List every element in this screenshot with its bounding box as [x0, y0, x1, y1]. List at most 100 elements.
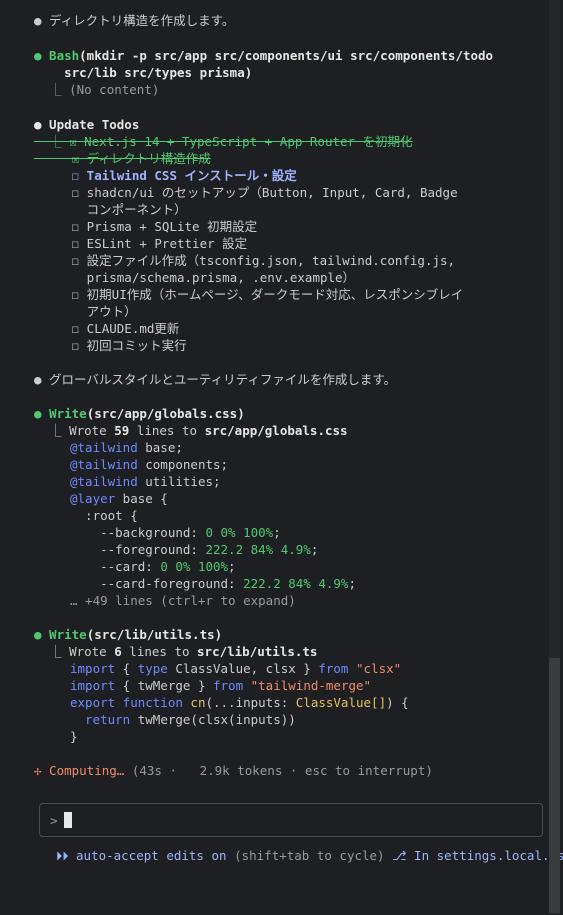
bash-command: (mkdir -p src/app src/components/ui src/… [79, 48, 494, 63]
code-token: 222.2 84% 4.9% [243, 576, 349, 591]
code-token: --foreground: [70, 542, 206, 557]
code-line: @tailwind components; [70, 456, 228, 473]
todos-title: ● Update Todos [34, 117, 140, 132]
code-line: --card: 0 0% 100%; [70, 558, 236, 575]
bash-output: ⎿ (No content) [34, 82, 160, 97]
code-token: --card: [70, 559, 161, 574]
write-tool-call-1: ● Write(src/app/globals.css) [34, 405, 245, 422]
bash-label: ● Bash [34, 48, 80, 63]
todos-header: ● Update Todos [34, 116, 139, 133]
code-token: from [213, 678, 244, 693]
code-token: "clsx" [348, 661, 402, 676]
code-token: 222.2 84% 4.9% [205, 542, 311, 557]
code-token: ; [348, 576, 356, 591]
prompt-input[interactable]: > [39, 803, 543, 837]
code-line: @layer base { [70, 490, 168, 507]
todo-7-cont: prisma/schema.prisma, .env.example） [34, 270, 356, 285]
code-token: base; [137, 440, 183, 455]
code-token: ; [228, 559, 236, 574]
todo-4: ☐ shadcn/ui のセットアップ（Button, Input, Card,… [34, 185, 458, 200]
todo-8: ☐ 初期UI作成（ホームページ、ダークモード対応、レスポンシブレイ [34, 287, 464, 302]
code-line: return twMerge(clsx(inputs)) [70, 711, 296, 728]
scrollbar-thumb[interactable] [549, 658, 560, 913]
write-label: ● Write [34, 627, 87, 642]
code-token: return [70, 712, 131, 727]
write-label: ● Write [34, 406, 87, 421]
code-token: @tailwind [70, 457, 138, 472]
code-token: ; [310, 542, 319, 557]
code-token: base { [115, 491, 168, 506]
code-token: ClassValue[] [295, 695, 387, 710]
code-token: @tailwind [70, 474, 138, 489]
result-prefix: ⎿ Wrote [34, 644, 115, 659]
code-token: ClassValue, clsx } [167, 661, 319, 676]
code-line: :root { [70, 508, 138, 523]
todo-9: ☐ CLAUDE.md更新 [34, 321, 180, 336]
code-token: cn [182, 695, 206, 710]
result-path: src/lib/utils.ts [197, 644, 318, 659]
footer-mode: ⏵⏵ auto-accept edits on (shift+tab to cy… [56, 847, 563, 864]
code-line: --foreground: 222.2 84% 4.9%; [70, 541, 318, 558]
bash-tool-call: ● Bash(mkdir -p src/app src/components/u… [34, 47, 493, 64]
todo-4-cont: コンポーネント） [34, 202, 187, 217]
code-token: 0 0% 100% [160, 559, 229, 574]
code-token: import [70, 678, 116, 693]
todo-6: ☐ ESLint + Prettier 設定 [34, 236, 248, 251]
result-mid: lines to [121, 644, 198, 659]
code-line: import { twMerge } from "tailwind-merge" [70, 677, 371, 694]
result-prefix: ⎿ Wrote [34, 423, 115, 438]
code-token: { twMerge } [115, 678, 213, 693]
expand-hint[interactable]: … +49 lines (ctrl+r to expand) [70, 592, 296, 609]
code-token: 0 0% 100% [205, 525, 274, 540]
prompt-chevron-icon: > [50, 813, 58, 828]
terminal-output: ● ディレクトリ構造を作成します。 ● Bash(mkdir -p src/ap… [0, 0, 563, 915]
write-result-1: ⎿ Wrote 59 lines to src/app/globals.css [34, 422, 348, 439]
write-tool-call-2: ● Write(src/lib/utils.ts) [34, 626, 222, 643]
code-token: --background: [70, 525, 206, 540]
mode-hint: (shift+tab to cycle) [226, 848, 385, 863]
todo-1: ⎿ ☒ Next.js 14 + TypeScript + App Router… [34, 134, 413, 149]
code-line: } [70, 729, 78, 744]
message-directory: ● ディレクトリ構造を作成します。 [34, 13, 235, 28]
todo-8-cont: アウト） [34, 304, 137, 319]
line-count: 59 [114, 423, 130, 438]
code-line: import { type ClassValue, clsx } from "c… [70, 660, 401, 677]
write-path: (src/app/globals.css) [86, 406, 245, 421]
code-token: export [70, 695, 116, 710]
status-computing: ✢ Computing… [34, 763, 132, 778]
code-token: ) { [386, 695, 409, 710]
write-path: (src/lib/utils.ts) [86, 627, 223, 642]
status-details: (43s · 2.9k tokens · esc to interrupt) [131, 763, 433, 778]
todo-7: ☐ 設定ファイル作成（tsconfig.json, tailwind.confi… [34, 253, 456, 268]
code-token: type [137, 661, 168, 676]
write-result-2: ⎿ Wrote 6 lines to src/lib/utils.ts [34, 643, 317, 660]
code-token: @tailwind [70, 440, 138, 455]
todo-5: ☐ Prisma + SQLite 初期設定 [34, 219, 258, 234]
result-mid: lines to [129, 423, 205, 438]
code-token: import [70, 661, 116, 676]
code-token: utilities; [137, 474, 221, 489]
code-line: --card-foreground: 222.2 84% 4.9%; [70, 575, 356, 592]
code-line: @tailwind base; [70, 439, 183, 456]
code-token: from [318, 661, 349, 676]
todo-10: ☐ 初回コミット実行 [34, 338, 187, 353]
message-global-styles: ● グローバルスタイルとユーティリティファイルを作成します。 [34, 372, 397, 387]
code-token: --card-foreground: [70, 576, 244, 591]
result-path: src/app/globals.css [204, 423, 348, 438]
line-count: 6 [114, 644, 122, 659]
code-line: --background: 0 0% 100%; [70, 524, 281, 541]
auto-accept-toggle[interactable]: ⏵⏵ auto-accept edits on [56, 848, 227, 863]
todo-3: ☐ Tailwind CSS インストール・設定 [34, 168, 297, 183]
code-token: "tailwind-merge" [243, 678, 372, 693]
code-line: @tailwind utilities; [70, 473, 221, 490]
code-token: (...inputs: [205, 695, 296, 710]
bash-command-cont: src/lib src/types prisma) [34, 65, 253, 80]
text-cursor [64, 812, 72, 828]
code-token: ; [273, 525, 281, 540]
code-line: export function cn(...inputs: ClassValue… [70, 694, 409, 711]
code-token: function [115, 695, 183, 710]
status-line: ✢ Computing… (43s · 2.9k tokens · esc to… [34, 762, 433, 779]
code-token: @layer [70, 491, 116, 506]
code-token: twMerge(clsx(inputs)) [130, 712, 296, 727]
code-token: components; [137, 457, 229, 472]
